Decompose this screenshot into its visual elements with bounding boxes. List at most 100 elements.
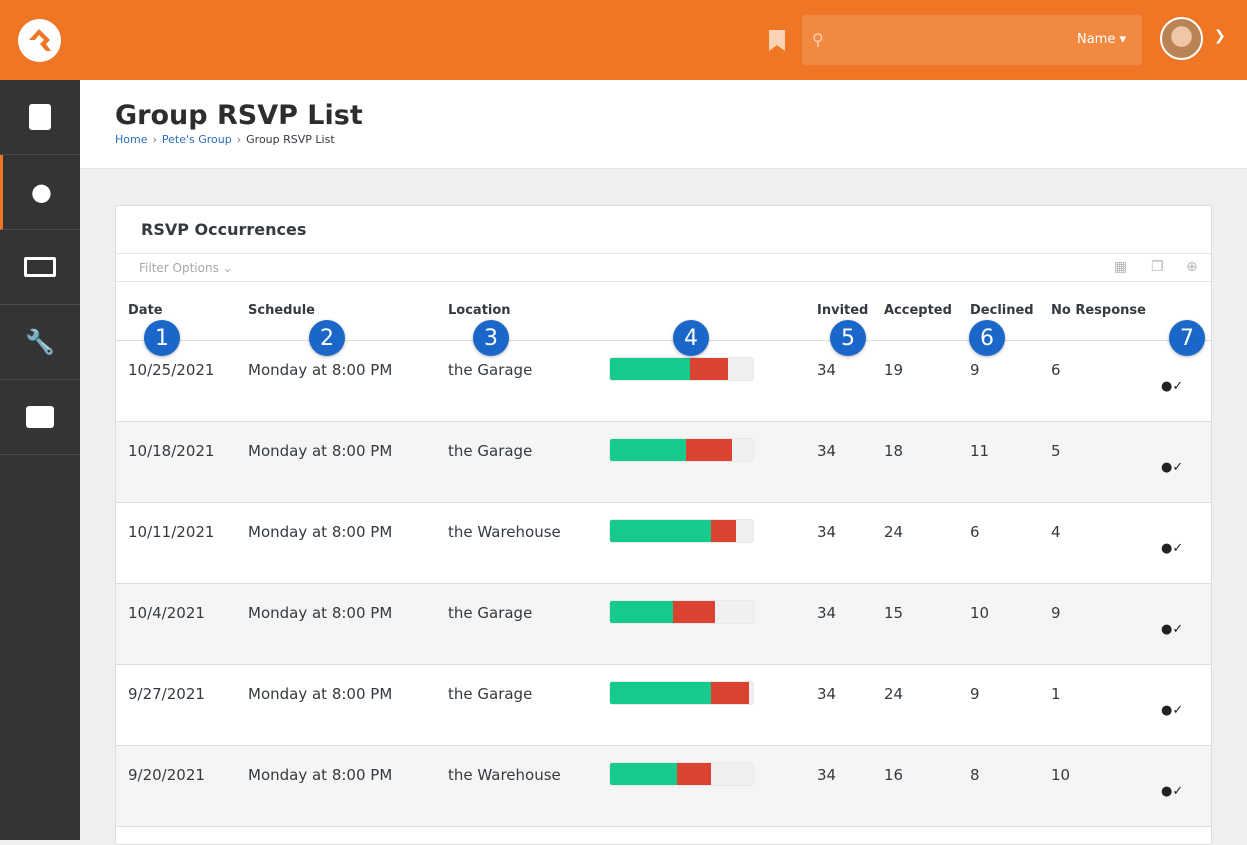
cell-chart (609, 340, 817, 422)
bookmark-icon[interactable] (769, 30, 785, 51)
declined-segment (710, 681, 749, 704)
breadcrumb: Home › Pete's Group › Group RSVP List (115, 133, 335, 146)
rsvp-user-check-icon[interactable]: ●✓ (1161, 703, 1211, 718)
cell-date: 10/4/2021 (116, 583, 248, 665)
callout-badge: 7 (1169, 320, 1205, 356)
cell-declined: 6 (970, 502, 1051, 584)
cell-declined: 11 (970, 421, 1051, 503)
avatar[interactable] (1160, 17, 1203, 60)
declined-segment (685, 438, 732, 461)
cell-no-response: 9 (1051, 583, 1161, 665)
table-row[interactable]: 10/4/2021 Monday at 8:00 PM the Garage 3… (116, 583, 1211, 665)
cell-chart (609, 583, 817, 665)
table-row[interactable]: 10/18/2021 Monday at 8:00 PM the Garage … (116, 421, 1211, 503)
header-accepted[interactable]: Accepted (884, 282, 970, 341)
sidebar-item-tools[interactable]: 🔧 (0, 305, 80, 380)
rsvp-user-check-icon[interactable]: ●✓ (1161, 784, 1211, 799)
top-bar: ⚲ Name ▾ ❯ (0, 0, 1247, 80)
cell-schedule: Monday at 8:00 PM (248, 583, 448, 665)
accepted-segment (610, 519, 711, 542)
header-date[interactable]: Date (116, 282, 248, 341)
rsvp-occurrences-panel: RSVP Occurrences Filter Options ⌄ ▦ ❐ ⊕ … (115, 205, 1212, 845)
cell-no-response: 10 (1051, 745, 1161, 827)
cell-accepted: 24 (884, 502, 970, 584)
cell-date: 9/27/2021 (116, 664, 248, 746)
cell-chart (609, 502, 817, 584)
cell-no-response: 5 (1051, 421, 1161, 503)
header-location[interactable]: Location (448, 282, 609, 341)
rsvp-bar (609, 437, 754, 462)
cell-actions: ●✓ (1161, 664, 1211, 746)
rsvp-user-check-icon[interactable]: ●✓ (1161, 460, 1211, 475)
breadcrumb-group[interactable]: Pete's Group (162, 133, 232, 146)
table-row[interactable]: 10/11/2021 Monday at 8:00 PM the Warehou… (116, 502, 1211, 584)
cell-declined: 10 (970, 583, 1051, 665)
cell-invited: 34 (817, 664, 884, 746)
search-filter-dropdown[interactable]: Name ▾ (1077, 32, 1126, 47)
table-row[interactable]: 10/25/2021 Monday at 8:00 PM the Garage … (116, 340, 1211, 422)
header-no-response[interactable]: No Response (1051, 282, 1161, 341)
cell-accepted: 19 (884, 340, 970, 422)
rsvp-table: Date Schedule Location Invited Accepted … (116, 282, 1211, 827)
panel-title: RSVP Occurrences (116, 206, 1211, 254)
cell-schedule: Monday at 8:00 PM (248, 664, 448, 746)
cell-location: the Warehouse (448, 502, 609, 584)
filter-options-label: Filter Options (139, 261, 219, 275)
rsvp-user-check-icon[interactable]: ●✓ (1161, 379, 1211, 394)
sidebar: ● 🔧 (0, 80, 80, 840)
sidebar-item-finance[interactable] (0, 230, 80, 305)
cell-actions: ●✓ (1161, 745, 1211, 827)
cell-chart (609, 664, 817, 746)
cell-invited: 34 (817, 745, 884, 827)
cell-accepted: 16 (884, 745, 970, 827)
rsvp-user-check-icon[interactable]: ●✓ (1161, 622, 1211, 637)
cell-accepted: 24 (884, 664, 970, 746)
sidebar-item-book[interactable] (0, 80, 80, 155)
cell-date: 10/25/2021 (116, 340, 248, 422)
sidebar-item-people[interactable]: ● (0, 155, 80, 230)
table-row[interactable]: 9/27/2021 Monday at 8:00 PM the Garage 3… (116, 664, 1211, 746)
book-icon (29, 104, 51, 130)
cell-schedule: Monday at 8:00 PM (248, 502, 448, 584)
cell-schedule: Monday at 8:00 PM (248, 421, 448, 503)
declined-segment (710, 519, 737, 542)
header-schedule[interactable]: Schedule (248, 282, 448, 341)
cell-date: 10/11/2021 (116, 502, 248, 584)
declined-segment (673, 600, 716, 623)
cell-schedule: Monday at 8:00 PM (248, 745, 448, 827)
cell-invited: 34 (817, 502, 884, 584)
cell-declined: 8 (970, 745, 1051, 827)
cell-actions: ●✓ (1161, 502, 1211, 584)
excel-export-icon[interactable]: ▦ (1114, 259, 1127, 275)
cell-invited: 34 (817, 421, 884, 503)
cell-date: 10/18/2021 (116, 421, 248, 503)
cell-actions: ●✓ (1161, 583, 1211, 665)
rsvp-bar (609, 599, 754, 624)
grid-actions: Filter Options ⌄ ▦ ❐ ⊕ (116, 254, 1211, 282)
filter-options-toggle[interactable]: Filter Options ⌄ (139, 261, 233, 275)
cell-declined: 9 (970, 664, 1051, 746)
add-icon[interactable]: ⊕ (1186, 259, 1198, 275)
callout-badge: 5 (830, 320, 866, 356)
search-input[interactable]: ⚲ Name ▾ (802, 15, 1142, 65)
declined-segment (689, 357, 728, 380)
cell-date: 9/20/2021 (116, 745, 248, 827)
rsvp-bar (609, 356, 754, 381)
search-icon: ⚲ (812, 30, 824, 49)
sidebar-item-admin[interactable] (0, 380, 80, 455)
cell-chart (609, 421, 817, 503)
merge-template-icon[interactable]: ❐ (1151, 259, 1164, 275)
money-icon (24, 257, 56, 277)
cell-location: the Garage (448, 421, 609, 503)
chevron-down-icon[interactable]: ❯ (1214, 28, 1226, 44)
rock-logo-icon[interactable] (18, 19, 61, 62)
callout-badge: 1 (144, 320, 180, 356)
breadcrumb-home[interactable]: Home (115, 133, 147, 146)
user-icon: ● (31, 178, 52, 206)
rsvp-bar (609, 761, 754, 786)
page-title: Group RSVP List (115, 100, 363, 131)
rsvp-bar (609, 680, 754, 705)
rsvp-user-check-icon[interactable]: ●✓ (1161, 541, 1211, 556)
cell-location: the Garage (448, 340, 609, 422)
table-row[interactable]: 9/20/2021 Monday at 8:00 PM the Warehous… (116, 745, 1211, 827)
